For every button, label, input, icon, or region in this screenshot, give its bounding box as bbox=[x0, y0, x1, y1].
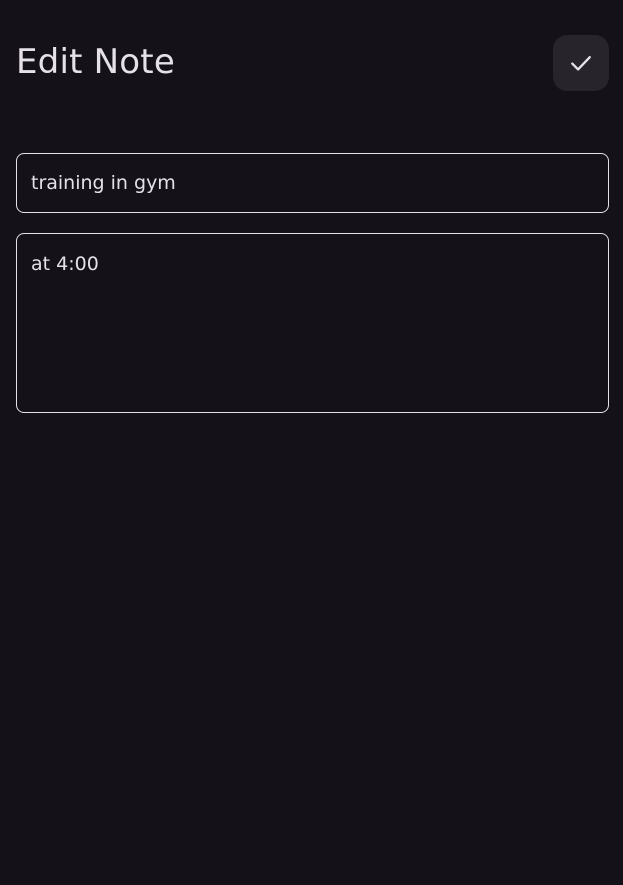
check-icon bbox=[567, 49, 595, 77]
app-bar: Edit Note bbox=[0, 0, 623, 124]
content-field-text: at 4:00 bbox=[31, 253, 99, 275]
title-field[interactable]: training in gym bbox=[16, 153, 609, 213]
title-field-text: training in gym bbox=[31, 172, 176, 194]
save-button[interactable] bbox=[553, 35, 609, 91]
edit-note-screen: Edit Note training in gym at 4:00 bbox=[0, 0, 623, 885]
content-field[interactable]: at 4:00 bbox=[16, 233, 609, 413]
page-title: Edit Note bbox=[16, 42, 175, 82]
